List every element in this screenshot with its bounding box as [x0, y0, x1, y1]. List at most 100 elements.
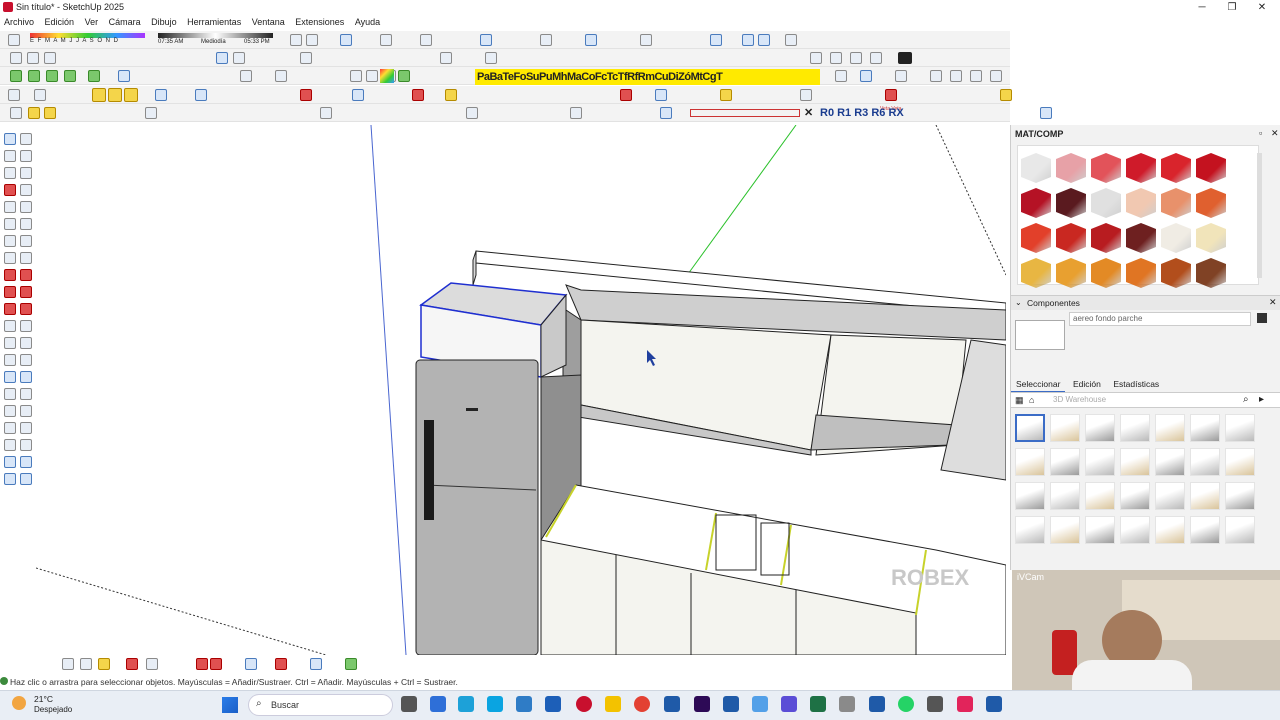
shadow-time-slider[interactable]	[158, 33, 273, 38]
tag-icon[interactable]	[398, 70, 410, 82]
app-7-icon[interactable]	[986, 696, 1002, 712]
edge-icon[interactable]	[458, 696, 474, 712]
material-swatch[interactable]	[1021, 223, 1051, 253]
component-thumbnail[interactable]	[1050, 482, 1080, 510]
close-button[interactable]: ✕	[1247, 0, 1277, 15]
material-swatch[interactable]	[1161, 223, 1191, 253]
color-palette-icon[interactable]	[380, 69, 394, 83]
standard-view-front-icon[interactable]	[44, 52, 56, 64]
arrow-box-2-icon[interactable]	[850, 52, 862, 64]
profile-icon[interactable]	[146, 658, 158, 670]
arrows-icon[interactable]	[210, 658, 222, 670]
menu-edicion[interactable]: Edición	[41, 15, 79, 29]
model-viewport[interactable]: ROBEX	[36, 125, 1006, 655]
offset-tool-icon[interactable]	[20, 303, 32, 315]
material-swatch[interactable]	[1161, 188, 1191, 218]
minimize-button[interactable]: ─	[1187, 0, 1217, 15]
green-tool-icon[interactable]	[345, 658, 357, 670]
rotation-buttons[interactable]: R0 R1 R3 R6 RX	[820, 107, 904, 119]
film-icon[interactable]	[898, 52, 912, 64]
tab-seleccionar[interactable]: Seleccionar	[1011, 377, 1066, 393]
zoom-window-icon[interactable]	[20, 388, 32, 400]
box-yellow-3-icon[interactable]	[124, 88, 138, 102]
material-swatch[interactable]	[1091, 258, 1121, 288]
tab-estadisticas[interactable]: Estadísticas	[1108, 377, 1164, 391]
user-icon[interactable]	[440, 52, 452, 64]
line-tool-icon[interactable]	[4, 184, 16, 196]
section-cut-icon[interactable]	[860, 70, 872, 82]
follow-me-icon[interactable]	[20, 286, 32, 298]
component-3-icon[interactable]	[46, 70, 58, 82]
explorer-icon[interactable]	[545, 696, 561, 712]
material-swatch[interactable]	[1091, 223, 1121, 253]
pan-tool-icon[interactable]	[20, 371, 32, 383]
dimension-tool-icon[interactable]	[20, 320, 32, 332]
move-icon[interactable]	[340, 34, 352, 46]
whatsapp-icon[interactable]	[898, 696, 914, 712]
shadow-settings-icon[interactable]	[8, 34, 20, 46]
eraser-icon[interactable]	[20, 150, 32, 162]
cabinet-icon[interactable]	[930, 70, 942, 82]
walk-icon[interactable]	[20, 422, 32, 434]
menu-ver[interactable]: Ver	[81, 15, 103, 29]
arrow-box-icon[interactable]	[830, 52, 842, 64]
component-thumbnail[interactable]	[1120, 414, 1150, 442]
section-fill-icon[interactable]	[4, 473, 16, 485]
text-tool-icon[interactable]	[20, 337, 32, 349]
app-2-icon[interactable]	[752, 696, 768, 712]
cabinet-3-icon[interactable]	[970, 70, 982, 82]
panel-pin-icon[interactable]: ▫	[1259, 128, 1262, 138]
smiley-icon[interactable]	[445, 89, 457, 101]
component-thumbnail[interactable]	[1225, 482, 1255, 510]
eraser-2-icon[interactable]	[20, 167, 32, 179]
component-thumbnail[interactable]	[1015, 448, 1045, 476]
tool-blue-icon[interactable]	[155, 89, 167, 101]
material-swatch[interactable]	[1196, 153, 1226, 183]
component-thumbnail[interactable]	[1015, 414, 1045, 442]
pie-tool-icon[interactable]	[4, 252, 16, 264]
scale-tool-icon[interactable]	[4, 303, 16, 315]
component-thumbnail[interactable]	[1050, 414, 1080, 442]
component-thumbnail[interactable]	[1190, 448, 1220, 476]
view-options-icon[interactable]: ▦	[1015, 395, 1024, 406]
dimension-bar[interactable]	[690, 109, 800, 117]
components-close-icon[interactable]: ✕	[1269, 297, 1277, 308]
file-explorer-icon[interactable]	[605, 696, 621, 712]
component-thumbnail[interactable]	[1085, 414, 1115, 442]
task-view-icon[interactable]	[401, 696, 417, 712]
arc-2-tool-icon[interactable]	[20, 235, 32, 247]
material-swatch[interactable]	[1196, 188, 1226, 218]
forward-icon[interactable]: ▸	[1259, 394, 1264, 405]
frame-icon[interactable]	[660, 107, 672, 119]
tool-icon[interactable]	[320, 107, 332, 119]
shield-icon[interactable]	[310, 658, 322, 670]
menu-extensiones[interactable]: Extensiones	[291, 15, 348, 29]
menu-herramientas[interactable]: Herramientas	[183, 15, 245, 29]
component-2-icon[interactable]	[28, 70, 40, 82]
orbit-icon[interactable]	[710, 34, 722, 46]
material-swatch[interactable]	[1126, 188, 1156, 218]
component-thumbnail[interactable]	[1085, 516, 1115, 544]
push-pull-icon[interactable]	[20, 269, 32, 281]
component-thumbnail[interactable]	[1050, 516, 1080, 544]
home-icon[interactable]: ⌂	[1029, 395, 1034, 405]
protractor-icon[interactable]	[4, 337, 16, 349]
lasso-select-icon[interactable]	[20, 133, 32, 145]
component-thumbnail[interactable]	[1155, 414, 1185, 442]
opera-icon[interactable]	[576, 696, 592, 712]
lasso-icon[interactable]	[800, 89, 812, 101]
component-thumbnail[interactable]	[1120, 482, 1150, 510]
refresh-icon[interactable]	[570, 107, 582, 119]
drawer-icon[interactable]	[1000, 89, 1012, 101]
credits-icon[interactable]	[80, 658, 92, 670]
app-3-icon[interactable]	[781, 696, 797, 712]
panel-icon[interactable]	[34, 89, 46, 101]
pencil-icon[interactable]	[98, 658, 110, 670]
undo-view-icon[interactable]	[785, 34, 797, 46]
excel-icon[interactable]	[810, 696, 826, 712]
cabinet-4-icon[interactable]	[990, 70, 1002, 82]
section-cuts-icon[interactable]	[20, 456, 32, 468]
table-icon[interactable]	[10, 107, 22, 119]
component-thumbnail[interactable]	[1155, 482, 1185, 510]
component-thumbnail[interactable]	[1015, 482, 1045, 510]
